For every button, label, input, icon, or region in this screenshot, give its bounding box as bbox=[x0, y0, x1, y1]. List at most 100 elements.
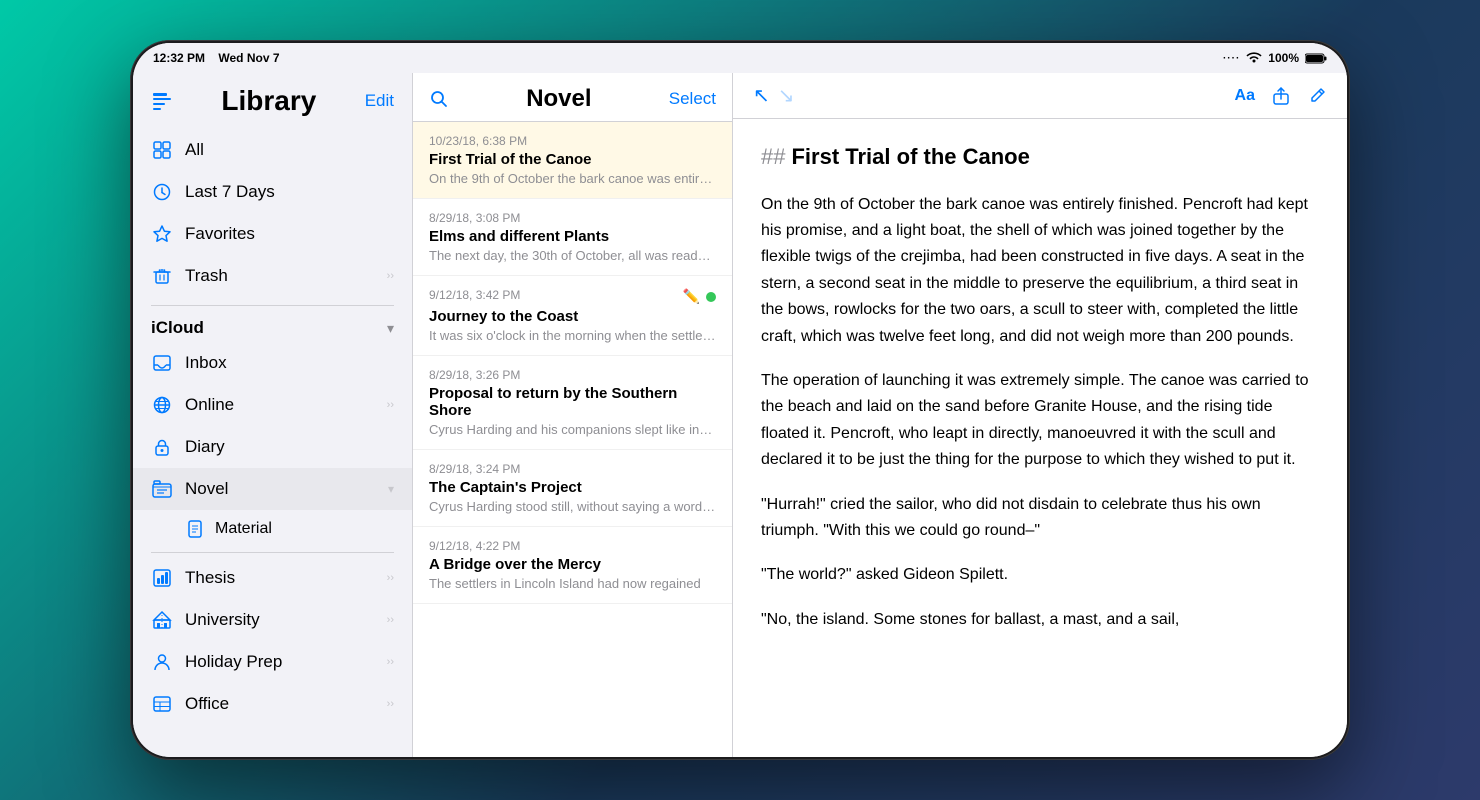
time-display: 12:32 PM bbox=[153, 51, 205, 65]
editor-paragraph-2: The operation of launching it was extrem… bbox=[761, 368, 1319, 474]
sidebar: Library Edit All Last 7 bbox=[133, 73, 413, 757]
editor-content: ##First Trial of the Canoe On the 9th of… bbox=[733, 119, 1347, 757]
note-item-elms[interactable]: 8/29/18, 3:08 PM Elms and different Plan… bbox=[413, 199, 732, 276]
sidebar-holiday-label: Holiday Prep bbox=[185, 652, 375, 672]
editor-paragraph-4: "The world?" asked Gideon Spilett. bbox=[761, 562, 1319, 588]
share-icon[interactable] bbox=[1271, 86, 1291, 106]
notes-list: Novel Select 10/23/18, 6:38 PM First Tri… bbox=[413, 73, 733, 757]
sidebar-subitem-material[interactable]: Material bbox=[133, 510, 412, 548]
sidebar-item-holiday[interactable]: Holiday Prep ›› bbox=[133, 641, 412, 683]
novel-chevron-icon: ▾ bbox=[388, 482, 394, 496]
wifi-icon bbox=[1246, 52, 1262, 64]
icloud-title: iCloud bbox=[151, 318, 204, 338]
sidebar-office-label: Office bbox=[185, 694, 375, 714]
markup-icon[interactable] bbox=[1307, 86, 1327, 106]
note-title: A Bridge over the Mercy bbox=[429, 556, 716, 573]
notes-list-items: 10/23/18, 6:38 PM First Trial of the Can… bbox=[413, 122, 732, 757]
sidebar-item-university[interactable]: University ›› bbox=[133, 599, 412, 641]
editor-title: ##First Trial of the Canoe bbox=[761, 143, 1319, 172]
notes-folder-icon bbox=[151, 478, 173, 500]
note-item-bridge[interactable]: 9/12/18, 4:22 PM A Bridge over the Mercy… bbox=[413, 527, 732, 604]
select-button[interactable]: Select bbox=[669, 89, 716, 109]
editor-paragraph-5: "No, the island. Some stones for ballast… bbox=[761, 607, 1319, 633]
sidebar-item-online[interactable]: Online ›› bbox=[133, 384, 412, 426]
note-date: 9/12/18, 3:42 PM bbox=[429, 288, 520, 302]
notes-list-title: Novel bbox=[449, 85, 669, 113]
edit-pencil-icon: ✏️ bbox=[683, 288, 700, 305]
note-item-proposal[interactable]: 8/29/18, 3:26 PM Proposal to return by t… bbox=[413, 356, 732, 450]
note-date: 9/12/18, 4:22 PM bbox=[429, 539, 716, 553]
signal-icon: ···· bbox=[1223, 53, 1240, 64]
note-preview: It was six o'clock in the morning when t… bbox=[429, 328, 716, 343]
sidebar-divider-1 bbox=[151, 305, 394, 306]
notes-list-header: Novel Select bbox=[413, 73, 732, 122]
lock-icon bbox=[151, 436, 173, 458]
sidebar-item-office[interactable]: Office ›› bbox=[133, 683, 412, 725]
note-date: 8/29/18, 3:08 PM bbox=[429, 211, 716, 225]
sidebar-inbox-label: Inbox bbox=[185, 353, 394, 373]
thesis-arrow: ›› bbox=[387, 572, 394, 584]
status-bar-right: ···· 100% bbox=[1223, 51, 1327, 65]
note-title: Elms and different Plants bbox=[429, 228, 716, 245]
note-preview: Cyrus Harding stood still, without sayin… bbox=[429, 499, 716, 514]
editor-toolbar: ↖ ↘ Aa bbox=[733, 73, 1347, 119]
sidebar-novel-label: Novel bbox=[185, 479, 376, 499]
device-frame: 12:32 PM Wed Nov 7 ···· 100% bbox=[130, 40, 1350, 760]
sidebar-online-label: Online bbox=[185, 395, 375, 415]
sidebar-item-novel[interactable]: Novel ▾ bbox=[133, 468, 412, 510]
app-content: Library Edit All Last 7 bbox=[133, 73, 1347, 757]
note-item-captains-project[interactable]: 8/29/18, 3:24 PM The Captain's Project C… bbox=[413, 450, 732, 527]
editor-toolbar-left: ↖ ↘ bbox=[753, 83, 795, 108]
sidebar-item-last7days[interactable]: Last 7 Days bbox=[133, 171, 412, 213]
sidebar-edit-button[interactable]: Edit bbox=[365, 91, 394, 111]
sidebar-thesis-label: Thesis bbox=[185, 568, 375, 588]
office-arrow: ›› bbox=[387, 698, 394, 710]
sidebar-all-label: All bbox=[185, 140, 394, 160]
sidebar-main-section: All Last 7 Days Favorites bbox=[133, 125, 412, 301]
note-preview: Cyrus Harding and his companions slept l… bbox=[429, 422, 716, 437]
grid-icon bbox=[151, 139, 173, 161]
note-preview: The settlers in Lincoln Island had now r… bbox=[429, 576, 716, 591]
sidebar-item-trash[interactable]: Trash ›› bbox=[133, 255, 412, 297]
trash-arrow: ›› bbox=[387, 270, 394, 282]
status-bar-time: 12:32 PM Wed Nov 7 bbox=[153, 51, 280, 65]
sidebar-item-diary[interactable]: Diary bbox=[133, 426, 412, 468]
note-item-journey[interactable]: 9/12/18, 3:42 PM ✏️ Journey to the Coast… bbox=[413, 276, 732, 356]
university-arrow: ›› bbox=[387, 614, 394, 626]
editor-paragraph-1: On the 9th of October the bark canoe was… bbox=[761, 192, 1319, 350]
editor-body[interactable]: On the 9th of October the bark canoe was… bbox=[761, 192, 1319, 633]
sidebar-diary-label: Diary bbox=[185, 437, 394, 457]
building-icon bbox=[151, 609, 173, 631]
search-icon[interactable] bbox=[429, 89, 449, 109]
note-preview: The next day, the 30th of October, all w… bbox=[429, 248, 716, 263]
battery-label: 100% bbox=[1268, 51, 1299, 65]
trash-icon bbox=[151, 265, 173, 287]
font-size-icon[interactable]: Aa bbox=[1235, 87, 1255, 105]
nav-back-icon[interactable]: ↖ bbox=[753, 83, 770, 108]
note-date: 8/29/18, 3:26 PM bbox=[429, 368, 716, 382]
icloud-section-header: iCloud ▾ bbox=[133, 310, 412, 342]
clock-icon bbox=[151, 181, 173, 203]
sidebar-item-thesis[interactable]: Thesis ›› bbox=[133, 557, 412, 599]
status-bar: 12:32 PM Wed Nov 7 ···· 100% bbox=[133, 43, 1347, 73]
icloud-chevron-icon[interactable]: ▾ bbox=[387, 320, 394, 337]
holiday-arrow: ›› bbox=[387, 656, 394, 668]
note-item-first-trial[interactable]: 10/23/18, 6:38 PM First Trial of the Can… bbox=[413, 122, 732, 199]
note-title: Proposal to return by the Southern Shore bbox=[429, 385, 716, 419]
person-icon bbox=[151, 651, 173, 673]
sidebar-material-label: Material bbox=[215, 520, 394, 538]
chart-icon bbox=[151, 567, 173, 589]
table-icon bbox=[151, 693, 173, 715]
sidebar-item-inbox[interactable]: Inbox bbox=[133, 342, 412, 384]
sidebar-item-favorites[interactable]: Favorites bbox=[133, 213, 412, 255]
editor-toolbar-right: Aa bbox=[1235, 86, 1327, 106]
sidebar-item-all[interactable]: All bbox=[133, 129, 412, 171]
sidebar-header: Library Edit bbox=[133, 73, 412, 125]
compose-icon[interactable] bbox=[151, 90, 173, 112]
sidebar-title: Library bbox=[221, 85, 316, 117]
note-date: 8/29/18, 3:24 PM bbox=[429, 462, 716, 476]
nav-forward-icon[interactable]: ↘ bbox=[778, 83, 795, 108]
battery-icon bbox=[1305, 53, 1327, 64]
note-item-header: 9/12/18, 3:42 PM ✏️ bbox=[429, 288, 716, 305]
sidebar-trash-label: Trash bbox=[185, 266, 375, 286]
